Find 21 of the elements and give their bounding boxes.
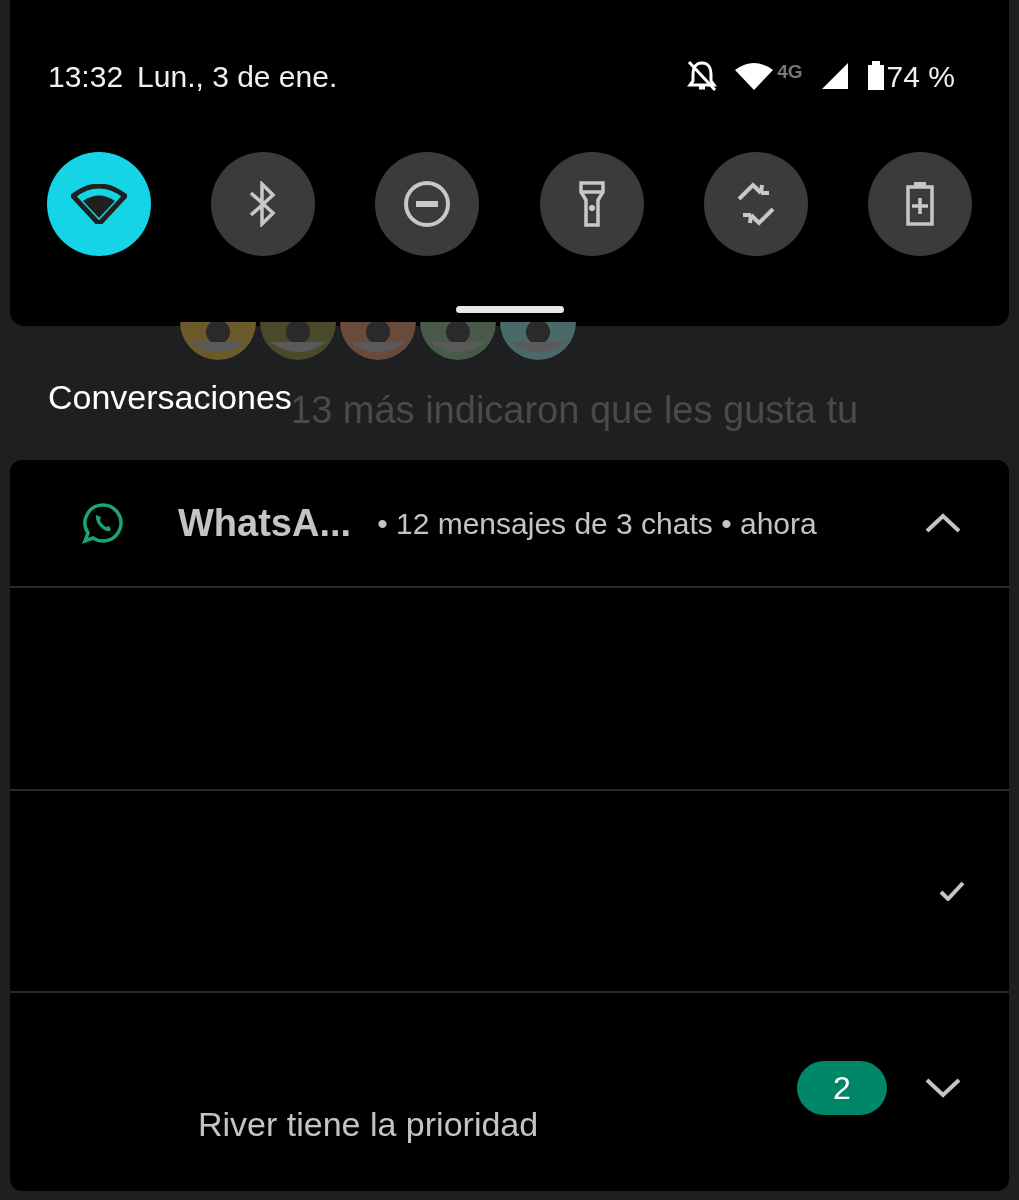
bell-off-icon — [687, 60, 718, 92]
date-text: Lun., 3 de ene. — [137, 58, 338, 95]
check-icon — [939, 881, 965, 901]
chat-bubble-icon — [82, 502, 124, 544]
unread-count: 2 — [797, 1061, 887, 1115]
wifi-icon — [735, 62, 774, 90]
minus-circle-icon — [403, 180, 452, 228]
network-type: 4G — [777, 62, 803, 81]
app-name: WhatsA... — [178, 500, 352, 546]
notification-summary: • 12 mensajes de 3 chats • ahora — [377, 505, 817, 542]
wifi-icon — [71, 184, 127, 224]
clock-time: 13:32 — [48, 58, 124, 95]
drag-handle[interactable] — [455, 306, 564, 313]
battery-percent: 74 % — [886, 58, 955, 95]
conversation-text: River tiene la prioridad — [198, 1104, 539, 1145]
signal-icon — [820, 62, 849, 90]
chevron-icon — [924, 1077, 962, 1099]
battery-icon — [866, 61, 885, 91]
battery-plus-icon — [904, 181, 935, 227]
flashlight-icon — [577, 180, 606, 228]
chevron-icon — [924, 512, 962, 534]
